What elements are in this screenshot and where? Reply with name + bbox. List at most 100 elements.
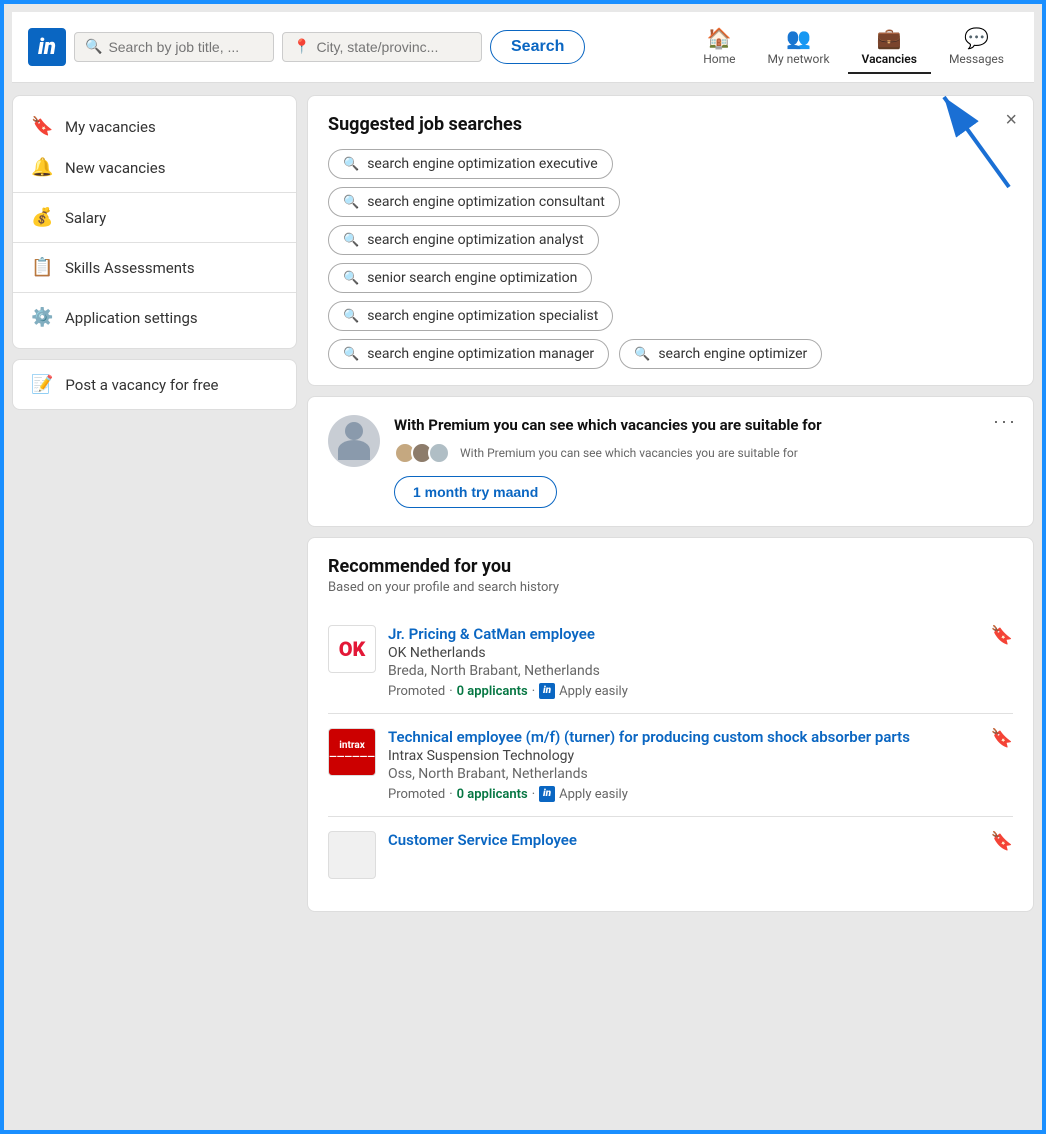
avatar-small-3: [428, 442, 450, 464]
sidebar-divider-1: [13, 192, 296, 193]
job-item-2: Customer Service Employee 🔖: [328, 817, 1013, 893]
nav-label-home: Home: [703, 52, 735, 66]
chip-label-0: search engine optimization executive: [367, 156, 598, 172]
premium-sub: With Premium you can see which vacancies…: [394, 442, 1013, 464]
recommended-title: Recommended for you: [328, 556, 1013, 577]
nav-label-vacancies: Vacancies: [862, 52, 917, 66]
sidebar: 🔖 My vacancies 🔔 New vacancies 💰 Salary …: [12, 95, 297, 912]
sidebar-label-salary: Salary: [65, 209, 106, 227]
premium-text-area: With Premium you can see which vacancies…: [394, 415, 1013, 508]
suggestion-chip-6[interactable]: 🔍 search engine optimizer: [619, 339, 822, 369]
suggestions-list: 🔍 search engine optimization executive 🔍…: [328, 149, 1013, 369]
bookmark-icon: 🔖: [31, 116, 53, 137]
sidebar-item-app-settings[interactable]: ⚙️ Application settings: [13, 297, 296, 338]
job-apply-1: Apply easily: [559, 787, 628, 802]
job-title-1[interactable]: Technical employee (m/f) (turner) for pr…: [388, 728, 1013, 746]
suggestion-chip-3[interactable]: 🔍 senior search engine optimization: [328, 263, 592, 293]
generic-logo-2: [328, 831, 376, 879]
chip-label-3: senior search engine optimization: [367, 270, 577, 286]
chip-label-6: search engine optimizer: [658, 346, 807, 362]
premium-trial-button[interactable]: 1 month try maand: [394, 476, 557, 508]
sidebar-menu-card: 🔖 My vacancies 🔔 New vacancies 💰 Salary …: [12, 95, 297, 349]
bell-icon: 🔔: [31, 157, 53, 178]
post-vacancy-card[interactable]: 📝 Post a vacancy for free: [12, 359, 297, 410]
chip-search-icon-2: 🔍: [343, 233, 359, 248]
salary-icon: 💰: [31, 207, 53, 228]
chip-search-icon-6: 🔍: [634, 347, 650, 362]
sidebar-label-new-vacancies: New vacancies: [65, 159, 165, 177]
sidebar-item-salary[interactable]: 💰 Salary: [13, 197, 296, 238]
chip-search-icon-5: 🔍: [343, 347, 359, 362]
nav-item-vacancies[interactable]: 💼 Vacancies: [848, 20, 931, 74]
chip-label-1: search engine optimization consultant: [367, 194, 605, 210]
sidebar-item-new-vacancies[interactable]: 🔔 New vacancies: [13, 147, 296, 188]
bookmark-button-1[interactable]: 🔖: [991, 728, 1013, 749]
job-promoted-0: Promoted: [388, 684, 445, 699]
close-button[interactable]: ×: [1005, 110, 1017, 130]
premium-avatar: [328, 415, 380, 467]
main-nav: 🏠 Home 👥 My network 💼 Vacancies 💬 Messag…: [689, 20, 1018, 74]
job-details-2: Customer Service Employee: [388, 831, 1013, 851]
job-meta-1: Promoted · 0 applicants · in Apply easil…: [388, 786, 1013, 802]
chip-search-icon-3: 🔍: [343, 271, 359, 286]
linkedin-small-icon-1: in: [539, 786, 555, 802]
premium-sub-text: With Premium you can see which vacancies…: [460, 446, 798, 460]
location-bar: 📍: [282, 32, 482, 62]
settings-icon: ⚙️: [31, 307, 53, 328]
avatar-small-group: [394, 442, 450, 464]
avatar-body: [338, 440, 370, 460]
job-dot2-0: ·: [532, 684, 535, 699]
job-dot-1: ·: [449, 787, 452, 802]
nav-item-home[interactable]: 🏠 Home: [689, 20, 749, 74]
sidebar-divider-2: [13, 242, 296, 243]
job-item-1: intrax—————— Technical employee (m/f) (t…: [328, 714, 1013, 817]
job-applicants-1: 0 applicants: [457, 787, 528, 802]
linkedin-logo[interactable]: in: [28, 28, 66, 66]
sidebar-label-app-settings: Application settings: [65, 309, 198, 327]
right-content: Suggested job searches × 🔍 search engine…: [307, 95, 1034, 912]
chip-search-icon-0: 🔍: [343, 157, 359, 172]
job-title-0[interactable]: Jr. Pricing & CatMan employee: [388, 625, 1013, 643]
bookmark-button-0[interactable]: 🔖: [991, 625, 1013, 646]
chip-search-icon-1: 🔍: [343, 195, 359, 210]
premium-title: With Premium you can see which vacancies…: [394, 415, 1013, 436]
premium-card: ··· With Premium you can see which vacan…: [307, 396, 1034, 527]
job-dot-0: ·: [449, 684, 452, 699]
job-search-bar: 🔍: [74, 32, 274, 62]
suggestion-chip-0[interactable]: 🔍 search engine optimization executive: [328, 149, 613, 179]
header: in 🔍 📍 Search 🏠 Home 👥 My network 💼 Vaca…: [12, 12, 1034, 83]
network-icon: 👥: [786, 26, 811, 50]
chip-label-2: search engine optimization analyst: [367, 232, 583, 248]
job-meta-0: Promoted · 0 applicants · in Apply easil…: [388, 683, 1013, 699]
search-button[interactable]: Search: [490, 30, 585, 64]
suggestion-chip-4[interactable]: 🔍 search engine optimization specialist: [328, 301, 613, 331]
search-icon: 🔍: [85, 39, 102, 55]
premium-content: With Premium you can see which vacancies…: [328, 415, 1013, 508]
job-location-1: Oss, North Brabant, Netherlands: [388, 766, 1013, 782]
intrax-logo: intrax——————: [328, 728, 376, 776]
job-location-0: Breda, North Brabant, Netherlands: [388, 663, 1013, 679]
suggested-title: Suggested job searches: [328, 114, 1013, 135]
sidebar-item-my-vacancies[interactable]: 🔖 My vacancies: [13, 106, 296, 147]
bookmark-button-2[interactable]: 🔖: [991, 831, 1013, 852]
nav-item-messages[interactable]: 💬 Messages: [935, 20, 1018, 74]
more-options-button[interactable]: ···: [993, 411, 1017, 432]
location-icon: 📍: [293, 39, 310, 55]
sidebar-item-skills[interactable]: 📋 Skills Assessments: [13, 247, 296, 288]
ok-logo: OK: [328, 625, 376, 673]
chip-search-icon-4: 🔍: [343, 309, 359, 324]
job-details-1: Technical employee (m/f) (turner) for pr…: [388, 728, 1013, 802]
location-input[interactable]: [316, 39, 456, 55]
suggestion-chip-2[interactable]: 🔍 search engine optimization analyst: [328, 225, 599, 255]
job-search-input[interactable]: [108, 39, 248, 55]
vacancies-icon: 💼: [877, 26, 902, 50]
post-vacancy-label: Post a vacancy for free: [65, 376, 218, 394]
suggestion-chip-5[interactable]: 🔍 search engine optimization manager: [328, 339, 609, 369]
avatar-head: [345, 422, 363, 440]
suggestions-row-last: 🔍 search engine optimization manager 🔍 s…: [328, 339, 1013, 369]
job-title-2[interactable]: Customer Service Employee: [388, 831, 1013, 849]
nav-item-network[interactable]: 👥 My network: [753, 20, 843, 74]
suggestion-chip-1[interactable]: 🔍 search engine optimization consultant: [328, 187, 620, 217]
job-applicants-0: 0 applicants: [457, 684, 528, 699]
nav-label-messages: Messages: [949, 52, 1004, 66]
